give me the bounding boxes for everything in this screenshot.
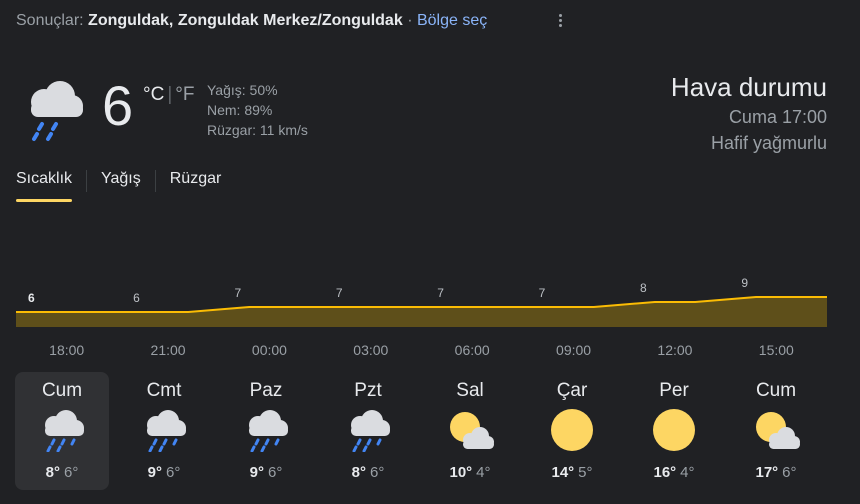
day-card[interactable]: Pzt 8° 6°: [321, 372, 415, 490]
day-card[interactable]: Paz 9° 6°: [219, 372, 313, 490]
day-low: 4°: [476, 464, 491, 481]
hour-labels: 18:00 21:00 00:00 03:00 06:00 09:00 12:0…: [16, 342, 827, 358]
partly-sunny-icon: [749, 408, 803, 452]
day-low: 5°: [578, 464, 593, 481]
hour-label: 06:00: [454, 342, 490, 358]
hour-label: 18:00: [49, 342, 85, 358]
hour-label: 21:00: [150, 342, 186, 358]
day-name: Çar: [556, 380, 588, 401]
partly-sunny-icon: [443, 408, 497, 452]
temperature-value-label: 6: [133, 291, 140, 305]
region-select-link[interactable]: Bölge seç: [417, 12, 487, 29]
day-high: 10°: [449, 464, 473, 481]
hour-label: 00:00: [251, 342, 287, 358]
humidity-text: Nem: 89%: [207, 102, 273, 118]
day-temps: 16° 4°: [627, 464, 721, 481]
more-options-icon[interactable]: [556, 12, 564, 32]
day-temps: 8° 6°: [15, 464, 109, 481]
day-high: 14°: [551, 464, 575, 481]
tab-wind[interactable]: Rüzgar: [170, 168, 222, 202]
day-high: 17°: [755, 464, 779, 481]
day-name: Paz: [249, 380, 283, 401]
weather-title: Hava durumu: [670, 72, 827, 102]
rain-cloud-icon: [35, 408, 89, 452]
hour-label: 12:00: [657, 342, 693, 358]
temperature-value-label: 7: [234, 286, 241, 300]
day-name: Cum: [41, 380, 83, 401]
day-name: Per: [659, 380, 689, 401]
rain-cloud-icon: [239, 408, 293, 452]
wind-text: Rüzgar: 11 km/s: [207, 122, 308, 138]
day-name: Pzt: [354, 380, 382, 401]
rain-cloud-icon: [341, 408, 395, 452]
day-card[interactable]: Per 16° 4°: [627, 372, 721, 490]
day-temps: 9° 6°: [117, 464, 211, 481]
tab-divider: [154, 170, 156, 192]
unit-fahrenheit[interactable]: °F: [175, 84, 194, 105]
precipitation-text: Yağış: 50%: [207, 82, 278, 98]
day-card[interactable]: Cum 17° 6°: [729, 372, 823, 490]
hour-label: 15:00: [758, 342, 794, 358]
day-temps: 8° 6°: [321, 464, 415, 481]
hour-label: 09:00: [556, 342, 592, 358]
temperature-chart[interactable]: 6 6 7 7 7 7 8 9: [0, 255, 860, 335]
tab-temperature[interactable]: Sıcaklık: [16, 168, 73, 202]
temperature-value-label: 7: [336, 286, 343, 300]
day-card[interactable]: Cmt 9° 6°: [117, 372, 211, 490]
day-low: 6°: [64, 464, 79, 481]
day-card[interactable]: Cum 8° 6°: [15, 372, 109, 490]
day-name: Sal: [456, 380, 484, 401]
day-card[interactable]: Sal 10° 4°: [423, 372, 517, 490]
day-low: 6°: [370, 464, 385, 481]
weather-time: Cuma 17:00: [728, 107, 827, 127]
results-label: Sonuçlar:: [16, 12, 84, 29]
day-temps: 14° 5°: [525, 464, 619, 481]
day-temps: 9° 6°: [219, 464, 313, 481]
tab-bar: Sıcaklık Yağış Rüzgar: [16, 168, 221, 202]
temperature-value-label: 6: [28, 291, 35, 305]
current-temperature: 6: [102, 74, 134, 137]
day-name: Cmt: [146, 380, 182, 401]
temperature-value-label: 7: [437, 286, 444, 300]
day-high: 8°: [351, 464, 366, 481]
day-low: 6°: [268, 464, 283, 481]
temperature-value-label: 9: [741, 276, 748, 290]
day-high: 9°: [249, 464, 264, 481]
unit-toggle: °C | °F: [143, 84, 194, 106]
temperature-value-label: 8: [640, 281, 647, 295]
day-low: 6°: [782, 464, 797, 481]
temperature-value-label: 7: [539, 286, 546, 300]
rain-cloud-icon: [31, 81, 83, 141]
day-temps: 10° 4°: [423, 464, 517, 481]
day-high: 8°: [45, 464, 60, 481]
sun-icon: [647, 408, 701, 452]
day-low: 4°: [680, 464, 695, 481]
day-low: 6°: [166, 464, 181, 481]
day-temps: 17° 6°: [729, 464, 823, 481]
day-name: Cum: [755, 380, 797, 401]
daily-forecast: Cum 8° 6° Cmt 9° 6° Paz 9° 6° Pzt 8° 6° Sal …: [15, 372, 831, 490]
summary: Hava durumu Cuma 17:00 Hafif yağmurlu: [671, 70, 827, 156]
sun-icon: [545, 408, 599, 452]
results-line: Sonuçlar: Zonguldak, Zonguldak Merkez/Zo…: [16, 12, 487, 30]
separator-dot: ·: [407, 12, 413, 29]
unit-celsius[interactable]: °C: [143, 84, 164, 105]
day-card[interactable]: Çar 14° 5°: [525, 372, 619, 490]
rain-cloud-icon: [137, 408, 191, 452]
location-name[interactable]: Zonguldak, Zonguldak Merkez/Zonguldak: [88, 12, 403, 29]
weather-details: Yağış: 50% Nem: 89% Rüzgar: 11 km/s: [207, 80, 308, 140]
weather-condition: Hafif yağmurlu: [710, 133, 827, 153]
day-high: 9°: [147, 464, 162, 481]
hour-label: 03:00: [353, 342, 389, 358]
unit-separator: |: [167, 84, 173, 105]
tab-divider: [86, 170, 88, 192]
day-high: 16°: [653, 464, 677, 481]
tab-precipitation[interactable]: Yağış: [101, 168, 141, 202]
